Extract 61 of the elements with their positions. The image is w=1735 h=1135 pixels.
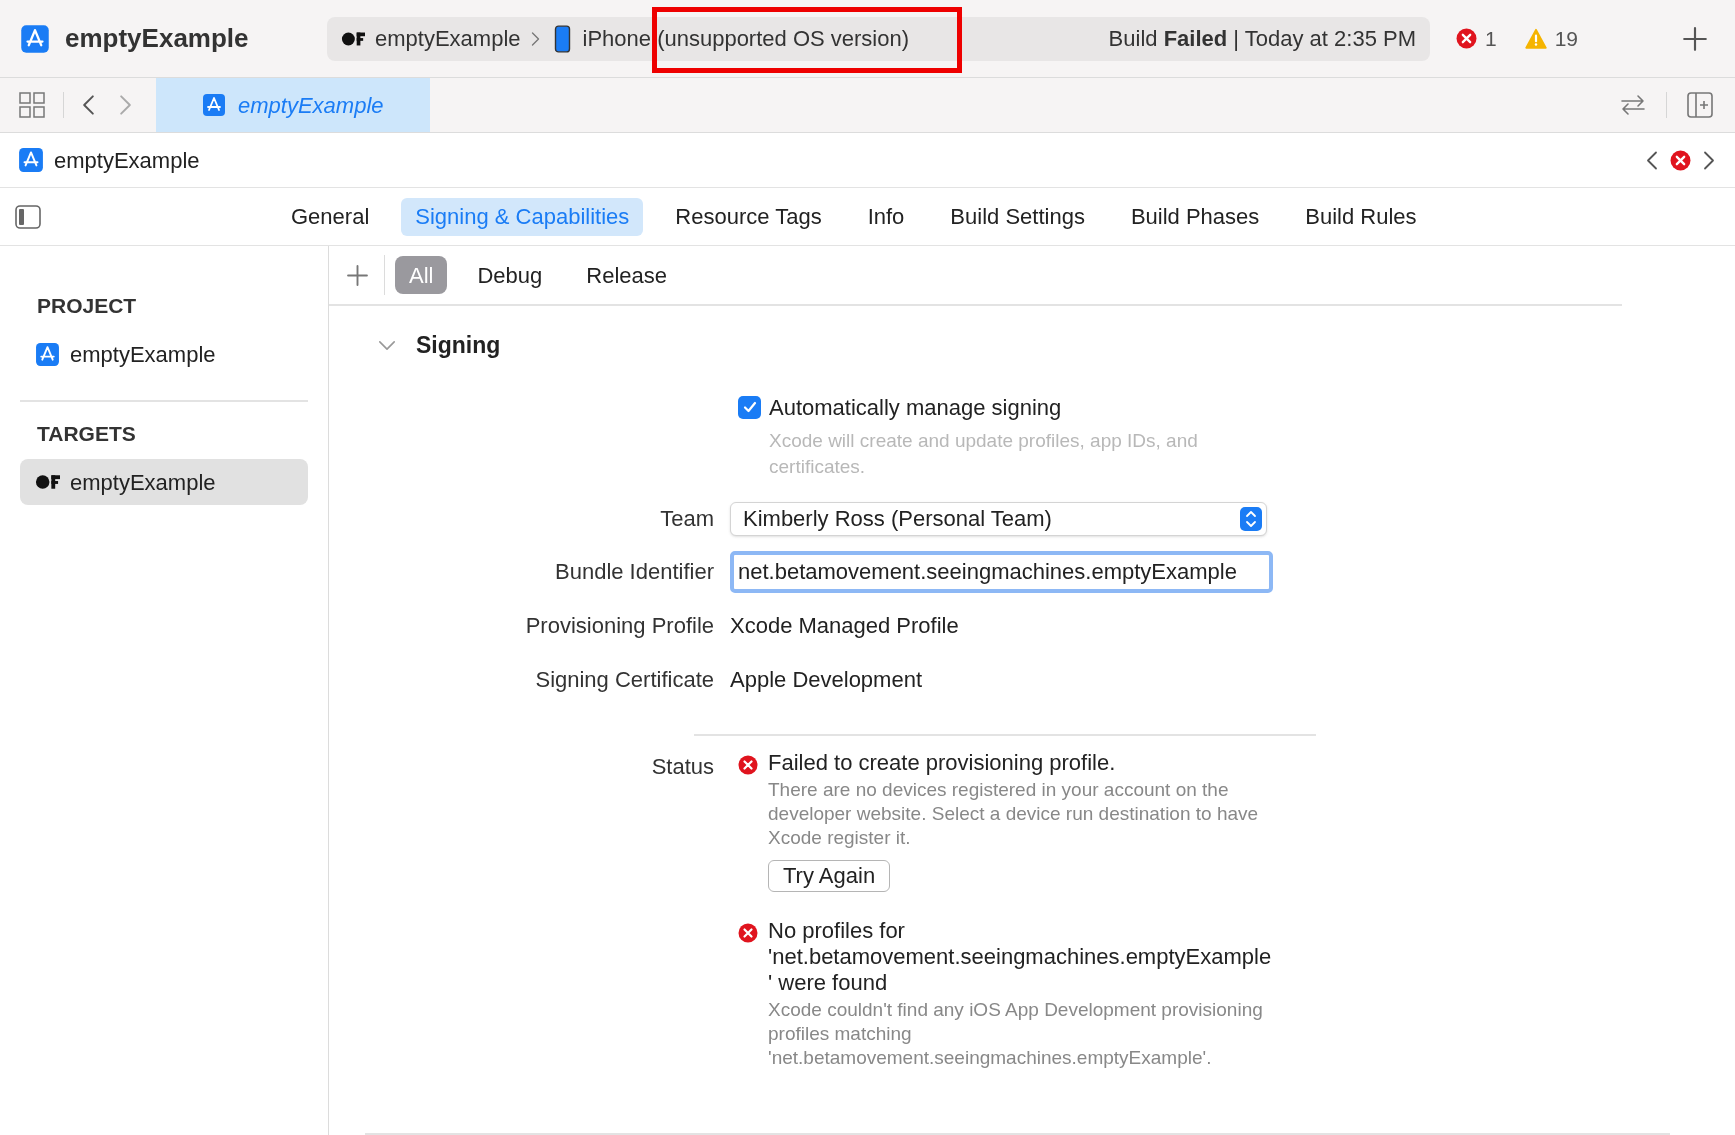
section-title: Signing <box>416 331 501 360</box>
grid-icon[interactable] <box>19 92 45 118</box>
add-icon[interactable] <box>347 264 368 286</box>
app-icon <box>18 147 44 173</box>
collapse-chevron-icon[interactable] <box>378 339 396 351</box>
field-label: Provisioning Profile <box>524 612 715 640</box>
team-popup[interactable]: Kimberly Ross (Personal Team) <box>730 501 1267 536</box>
breadcrumb-item[interactable]: emptyExample <box>54 143 200 177</box>
tab[interactable]: Info <box>853 197 919 236</box>
field-label: Signing Certificate <box>534 666 715 694</box>
filter-button[interactable]: Debug <box>463 256 557 294</box>
sidebar-toggle-icon[interactable] <box>15 204 41 229</box>
tab[interactable]: Build Rules <box>1291 197 1431 236</box>
add-editor-icon[interactable] <box>1687 92 1713 118</box>
warning-count[interactable]: 19 <box>1554 22 1579 55</box>
sidebar-item[interactable]: emptyExample <box>20 459 308 505</box>
phone-icon <box>553 24 571 53</box>
forward-icon[interactable] <box>1703 149 1715 171</box>
field-label: Status <box>650 752 715 781</box>
section-heading: TARGETS <box>37 420 137 447</box>
error-icon <box>738 922 758 943</box>
stepper-icon <box>1240 506 1262 531</box>
bundle-identifier-field[interactable]: net.betamovement.seeingmachines.emptyExample <box>730 550 1273 593</box>
logo-icon <box>35 474 60 490</box>
error-icon <box>1456 28 1477 49</box>
hint-text: Xcode will create and update profiles, app IDs, and certificates. <box>769 428 1199 479</box>
warning-icon <box>1524 27 1547 50</box>
error-icon[interactable] <box>1670 149 1691 171</box>
logo-icon <box>341 30 365 47</box>
window-title: emptyExample <box>65 22 250 55</box>
section-heading: PROJECT <box>37 293 138 319</box>
error-detail: Xcode couldn't find any iOS App Development provisioning profiles matching 'net.betamovement.seeingmachines.emptyExample'. <box>768 997 1264 1070</box>
scheme-label[interactable]: emptyExample <box>375 22 521 55</box>
error-icon <box>738 754 758 775</box>
back-icon[interactable] <box>1646 149 1658 171</box>
field-label: Bundle Identifier <box>554 558 715 586</box>
tab[interactable]: Build Phases <box>1116 197 1274 236</box>
build-status: Build Failed | Today at 2:35 PM <box>1108 25 1416 53</box>
field-label: Team <box>659 505 715 533</box>
add-icon[interactable] <box>1683 26 1707 51</box>
swap-icon[interactable] <box>1620 94 1646 116</box>
app-icon <box>20 23 50 54</box>
error-title: No profiles for 'net.betamovement.seeingmachines.emptyExample' were found <box>768 917 1273 996</box>
checkbox[interactable] <box>738 395 761 419</box>
checkmark-icon <box>741 399 758 415</box>
tab[interactable]: Resource Tags <box>661 197 836 236</box>
error-title: Failed to create provisioning profile. <box>768 749 1117 776</box>
checkbox-label[interactable]: Automatically manage signing <box>769 390 1062 424</box>
filter-button[interactable]: Release <box>572 256 681 294</box>
try-again-button[interactable]: Try Again <box>768 859 891 892</box>
sidebar-item[interactable]: emptyExample <box>20 331 308 378</box>
field-value: Xcode Managed Profile <box>730 612 959 640</box>
tab[interactable]: Build Settings <box>936 197 1099 236</box>
tab[interactable]: General <box>277 197 384 236</box>
field-value: Apple Development <box>730 666 922 694</box>
app-icon <box>202 93 226 117</box>
device-label[interactable]: iPhone (unsupported OS version) <box>582 22 910 55</box>
error-count[interactable]: 1 <box>1485 22 1497 55</box>
error-detail: There are no devices registered in your account on the developer website. Select a device run destination to have Xcode register it. <box>768 777 1260 850</box>
app-icon <box>35 342 60 367</box>
back-icon[interactable] <box>82 94 95 116</box>
